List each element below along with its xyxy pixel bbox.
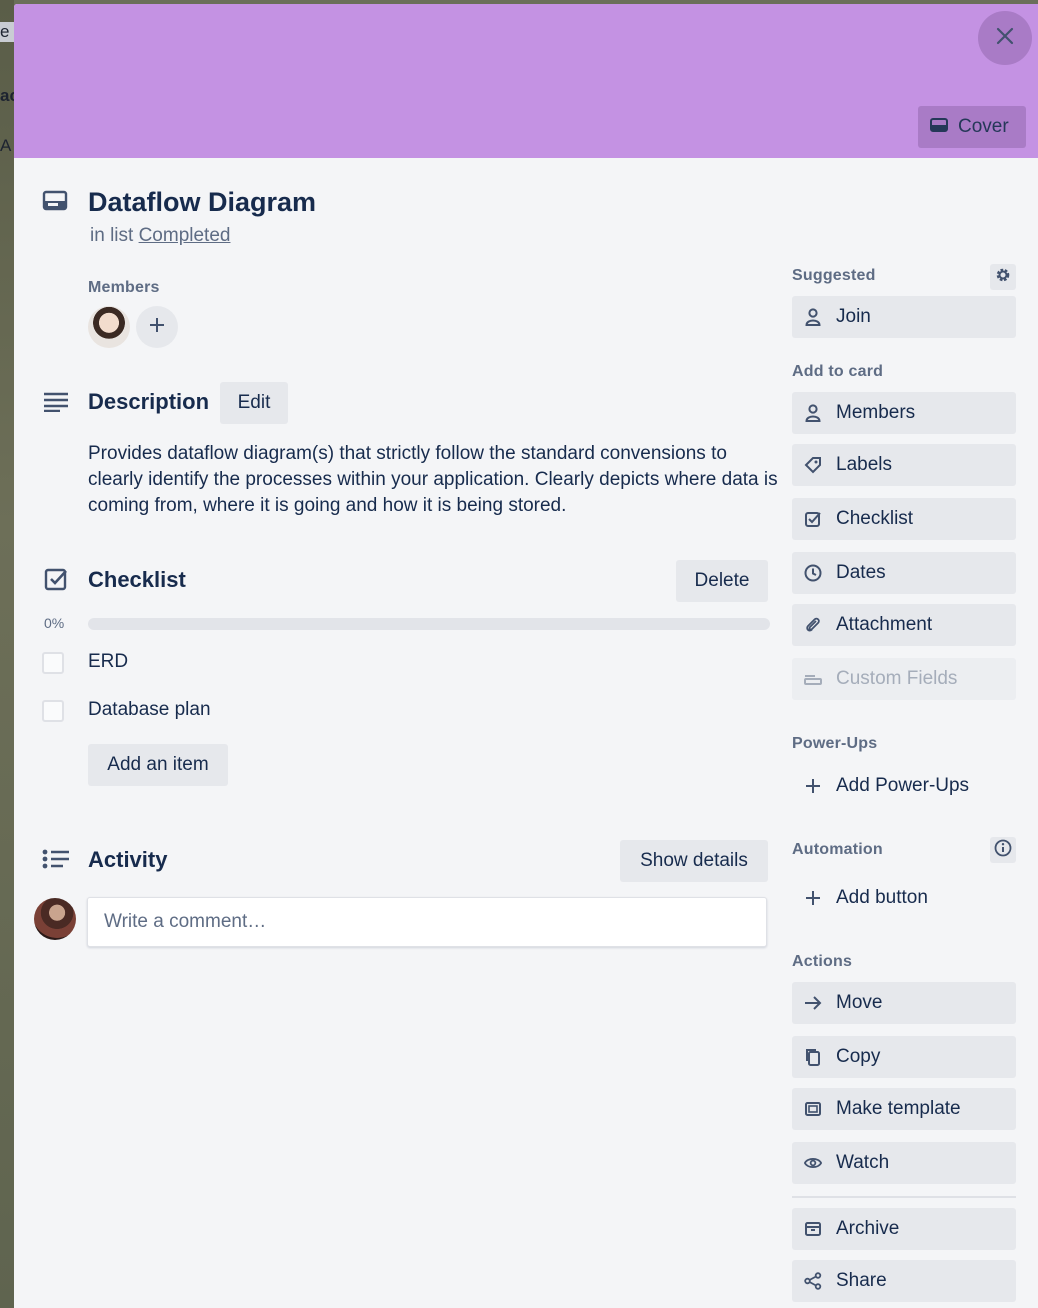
- members-button[interactable]: Members: [792, 392, 1016, 434]
- member-avatar[interactable]: [88, 306, 130, 348]
- board-peek-text: e: [0, 22, 14, 42]
- person-icon: [804, 404, 822, 422]
- add-member-button[interactable]: [136, 306, 178, 348]
- checklist-button[interactable]: Checklist: [792, 498, 1016, 540]
- archive-button[interactable]: Archive: [792, 1208, 1016, 1250]
- card-title[interactable]: Dataflow Diagram: [88, 187, 316, 218]
- join-label: Join: [836, 306, 871, 327]
- labels-button[interactable]: Labels: [792, 444, 1016, 486]
- checklist-item-checkbox[interactable]: [42, 652, 64, 674]
- automation-info-button[interactable]: [990, 837, 1016, 863]
- list-link[interactable]: Completed: [139, 225, 231, 246]
- gear-icon: [994, 266, 1012, 289]
- delete-checklist-button[interactable]: Delete: [676, 560, 768, 602]
- custom-fields-button-label: Custom Fields: [836, 668, 958, 689]
- share-icon: [804, 1272, 822, 1290]
- add-button-button[interactable]: Add button: [792, 877, 1016, 919]
- close-button[interactable]: [978, 11, 1032, 65]
- description-icon: [43, 392, 69, 417]
- attachment-button[interactable]: Attachment: [792, 604, 1016, 646]
- custom-fields-icon: [804, 670, 822, 688]
- copy-button[interactable]: Copy: [792, 1036, 1016, 1078]
- board-peek-text: A: [0, 136, 12, 155]
- card-detail-modal: Cover Dataflow Diagram in list Completed…: [14, 4, 1038, 1308]
- archive-icon: [804, 1220, 822, 1238]
- clock-icon: [804, 564, 822, 582]
- suggested-settings-button[interactable]: [990, 264, 1016, 290]
- close-icon: [996, 27, 1014, 50]
- list-reference: in list Completed: [90, 225, 230, 247]
- actions-divider: [792, 1196, 1016, 1198]
- card-icon: [42, 190, 68, 217]
- watch-button[interactable]: Watch: [792, 1142, 1016, 1184]
- checklist-progress-bar: [88, 618, 770, 630]
- actions-label: Actions: [792, 953, 853, 970]
- card-cover: [14, 4, 1038, 158]
- checklist-title[interactable]: Checklist: [88, 567, 186, 593]
- cover-icon: [930, 116, 948, 138]
- tag-icon: [804, 456, 822, 474]
- add-checklist-item-button[interactable]: Add an item: [88, 744, 228, 786]
- automation-label: Automation: [792, 841, 883, 858]
- add-to-card-label: Add to card: [792, 363, 884, 380]
- move-button-label: Move: [836, 992, 883, 1013]
- board-peek-text: ac: [0, 86, 14, 105]
- join-button[interactable]: Join: [792, 296, 1016, 338]
- move-button[interactable]: Move: [792, 982, 1016, 1024]
- info-icon: [994, 839, 1012, 862]
- add-button-label: Add button: [836, 887, 928, 908]
- plus-icon: [804, 889, 822, 907]
- edit-description-button[interactable]: Edit: [220, 382, 288, 424]
- suggested-label: Suggested: [792, 267, 876, 284]
- show-details-button[interactable]: Show details: [620, 840, 768, 882]
- add-powerups-button[interactable]: Add Power-Ups: [792, 765, 1016, 807]
- description-text[interactable]: Provides dataflow diagram(s) that strict…: [88, 441, 778, 519]
- checklist-item-label[interactable]: Database plan: [88, 699, 211, 721]
- share-button-label: Share: [836, 1270, 887, 1291]
- watch-button-label: Watch: [836, 1152, 890, 1173]
- comment-input[interactable]: [87, 897, 767, 947]
- in-list-prefix: in list: [90, 225, 134, 246]
- checklist-item-checkbox[interactable]: [42, 700, 64, 722]
- activity-icon: [42, 849, 70, 874]
- paperclip-icon: [804, 616, 822, 634]
- members-button-label: Members: [836, 402, 916, 423]
- add-powerups-label: Add Power-Ups: [836, 775, 970, 796]
- template-icon: [804, 1100, 822, 1118]
- archive-button-label: Archive: [836, 1218, 900, 1239]
- eye-icon: [804, 1154, 822, 1172]
- share-button[interactable]: Share: [792, 1260, 1016, 1302]
- activity-title: Activity: [88, 847, 168, 872]
- user-avatar[interactable]: [34, 898, 76, 940]
- arrow-right-icon: [804, 994, 822, 1012]
- custom-fields-button[interactable]: Custom Fields: [792, 658, 1016, 700]
- powerups-label: Power-Ups: [792, 735, 878, 752]
- checklist-button-label: Checklist: [836, 508, 914, 529]
- make-template-label: Make template: [836, 1098, 961, 1119]
- attachment-button-label: Attachment: [836, 614, 933, 635]
- checklist-icon: [44, 567, 68, 596]
- board-background: e ac A: [0, 0, 14, 1308]
- plus-icon: [804, 777, 822, 795]
- dates-button[interactable]: Dates: [792, 552, 1016, 594]
- description-title: Description: [88, 389, 210, 414]
- cover-button-label: Cover: [958, 116, 1009, 137]
- checkbox-icon: [804, 510, 822, 528]
- checklist-progress-percent: 0%: [44, 615, 65, 631]
- members-label: Members: [88, 279, 160, 296]
- make-template-button[interactable]: Make template: [792, 1088, 1016, 1130]
- copy-button-label: Copy: [836, 1046, 881, 1067]
- dates-button-label: Dates: [836, 562, 886, 583]
- cover-button[interactable]: Cover: [918, 106, 1026, 148]
- checklist-item-label[interactable]: ERD: [88, 651, 128, 673]
- labels-button-label: Labels: [836, 454, 892, 475]
- person-icon: [804, 308, 822, 326]
- plus-icon: [149, 317, 165, 338]
- copy-icon: [804, 1048, 822, 1066]
